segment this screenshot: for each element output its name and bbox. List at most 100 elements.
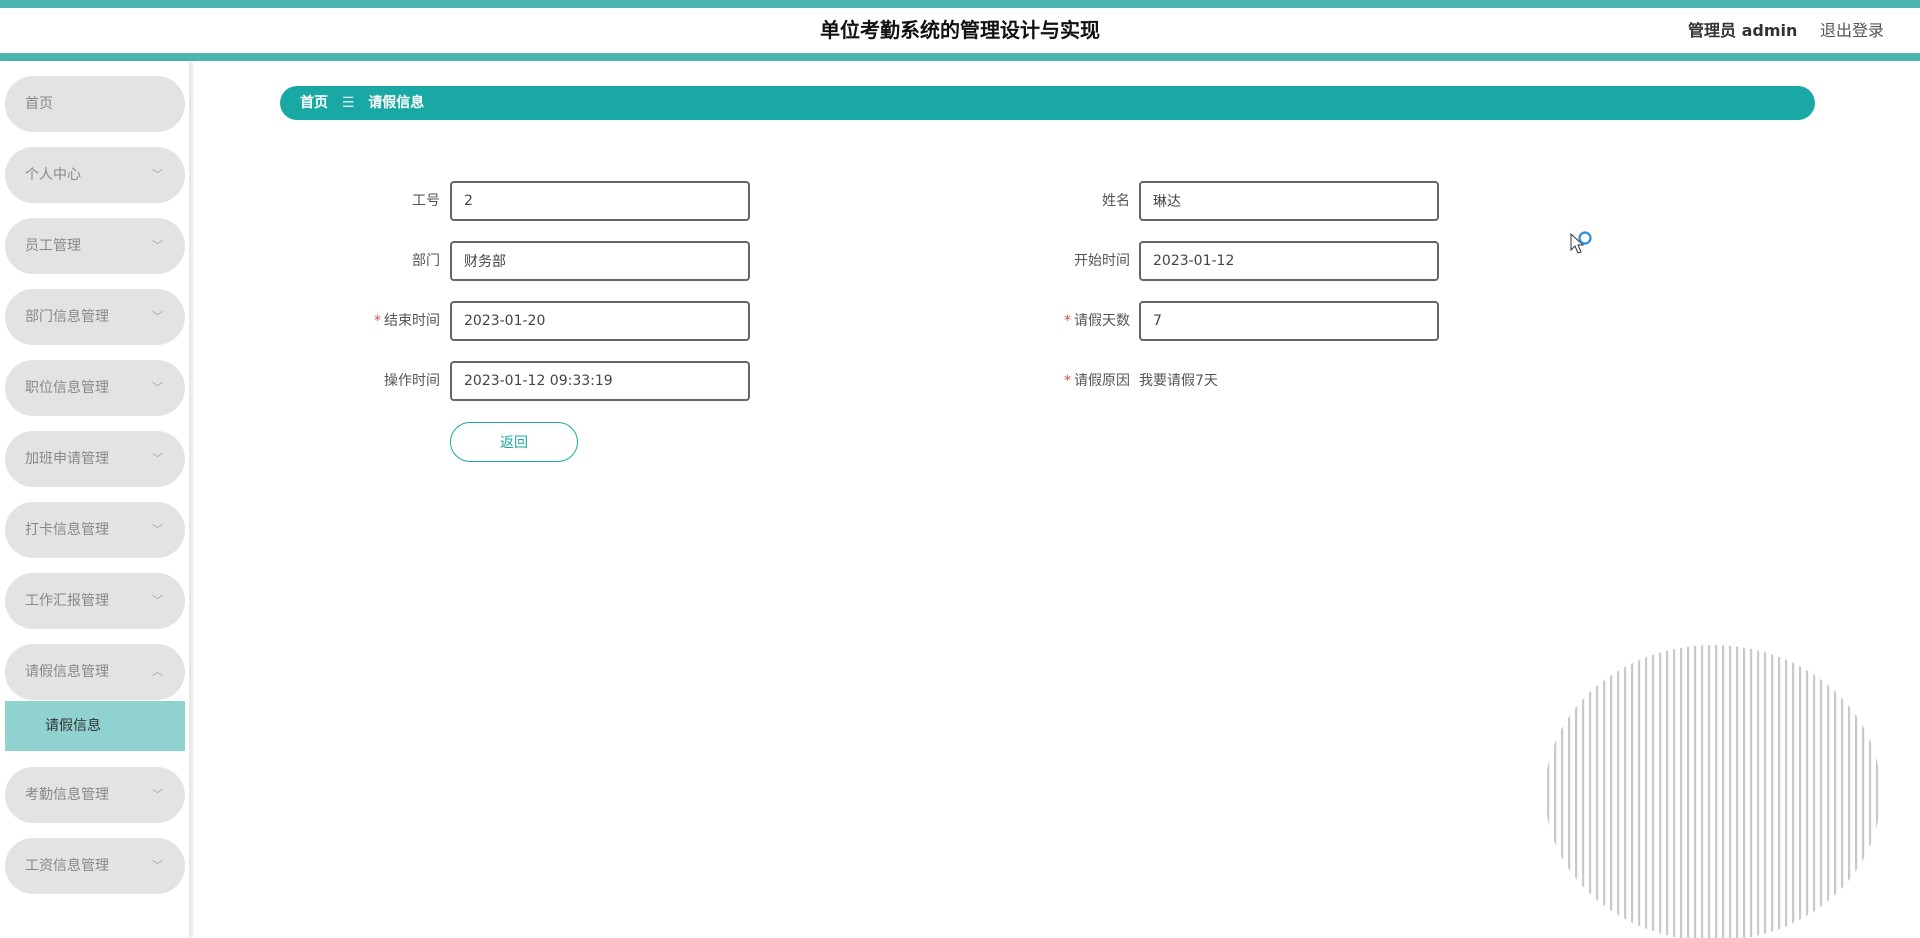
- employee-no-label: 工号: [340, 181, 440, 221]
- sidebar-item-label: 加班申请管理: [25, 451, 109, 467]
- decorative-stripe: [1673, 645, 1676, 938]
- decorative-stripe: [1820, 645, 1823, 938]
- sidebar-item-salary-management[interactable]: 工资信息管理 ﹀: [5, 838, 185, 894]
- decorative-stripe: [1715, 645, 1718, 938]
- employee-no-field[interactable]: [450, 181, 750, 221]
- breadcrumb-current: 请假信息: [368, 95, 425, 111]
- decorative-stripe: [1827, 645, 1830, 938]
- end-time-label: * 结束时间: [340, 301, 440, 341]
- decorative-striped-circle: [1547, 645, 1879, 938]
- sidebar-item-work-report-management[interactable]: 工作汇报管理 ﹀: [5, 573, 185, 629]
- sidebar-item-label: 首页: [25, 96, 53, 112]
- back-button[interactable]: 返回: [450, 422, 578, 462]
- name-field[interactable]: [1139, 181, 1439, 221]
- top-header: 单位考勤系统的管理设计与实现 管理员 admin 退出登录: [0, 0, 1920, 61]
- operate-time-label-text: 操作时间: [384, 373, 440, 389]
- decorative-stripe: [1694, 645, 1697, 938]
- current-user-label: 管理员 admin: [1688, 21, 1798, 40]
- sidebar-item-position-management[interactable]: 职位信息管理 ﹀: [5, 360, 185, 416]
- leave-days-label-text: 请假天数: [1074, 313, 1130, 329]
- leave-reason-value: 我要请假7天: [1139, 373, 1218, 389]
- submenu-item-leave-info[interactable]: 请假信息: [5, 701, 185, 751]
- sidebar-item-label: 职位信息管理: [25, 380, 109, 396]
- chevron-down-icon: ﹀: [152, 859, 163, 872]
- decorative-stripe: [1603, 645, 1606, 938]
- decorative-stripe: [1652, 645, 1655, 938]
- sidebar-item-label: 考勤信息管理: [25, 787, 109, 803]
- department-label: 部门: [340, 241, 440, 281]
- decorative-stripe: [1785, 645, 1788, 938]
- leave-reason-label: * 请假原因: [1030, 361, 1130, 401]
- menu-icon: ☰: [341, 95, 355, 111]
- department-label-text: 部门: [412, 253, 440, 269]
- decorative-stripe: [1771, 645, 1774, 938]
- chevron-down-icon: ﹀: [152, 381, 163, 394]
- decorative-stripe: [1680, 645, 1683, 938]
- decorative-stripe: [1855, 645, 1858, 938]
- sidebar-item-attendance-management[interactable]: 考勤信息管理 ﹀: [5, 767, 185, 823]
- decorative-stripe: [1666, 645, 1669, 938]
- sidebar-item-personal-center[interactable]: 个人中心 ﹀: [5, 147, 185, 203]
- start-time-label-text: 开始时间: [1074, 253, 1130, 269]
- decorative-stripe: [1722, 645, 1725, 938]
- decorative-stripe: [1862, 645, 1865, 938]
- decorative-stripe: [1813, 645, 1816, 938]
- operate-time-field[interactable]: [450, 361, 750, 401]
- sidebar-item-label: 部门信息管理: [25, 309, 109, 325]
- sidebar-item-department-management[interactable]: 部门信息管理 ﹀: [5, 289, 185, 345]
- sidebar-item-home[interactable]: 首页: [5, 76, 185, 132]
- breadcrumb: 首页 ☰ 请假信息: [280, 86, 1815, 120]
- decorative-stripe: [1554, 645, 1557, 938]
- chevron-down-icon: ﹀: [152, 452, 163, 465]
- leave-days-label: * 请假天数: [1030, 301, 1130, 341]
- decorative-stripe: [1687, 645, 1690, 938]
- decorative-stripe: [1589, 645, 1592, 938]
- decorative-stripe: [1743, 645, 1746, 938]
- submenu-item-label: 请假信息: [45, 718, 101, 734]
- sidebar-item-overtime-management[interactable]: 加班申请管理 ﹀: [5, 431, 185, 487]
- logout-link[interactable]: 退出登录: [1820, 8, 1884, 53]
- decorative-stripe: [1806, 645, 1809, 938]
- decorative-stripe: [1834, 645, 1837, 938]
- required-mark: *: [374, 313, 381, 329]
- decorative-stripe: [1792, 645, 1795, 938]
- chevron-down-icon: ﹀: [152, 239, 163, 252]
- sidebar: 首页 个人中心 ﹀ 员工管理 ﹀ 部门信息管理 ﹀ 职位信息管理 ﹀ 加班申请管…: [0, 61, 190, 938]
- chevron-up-icon: ︿: [152, 665, 163, 678]
- decorative-stripe: [1575, 645, 1578, 938]
- decorative-stripe: [1561, 645, 1564, 938]
- sidebar-item-clockin-management[interactable]: 打卡信息管理 ﹀: [5, 502, 185, 558]
- decorative-stripe: [1841, 645, 1844, 938]
- decorative-stripe: [1631, 645, 1634, 938]
- department-field[interactable]: [450, 241, 750, 281]
- app-title: 单位考勤系统的管理设计与实现: [820, 18, 1100, 42]
- decorative-stripe: [1750, 645, 1753, 938]
- decorative-stripe: [1708, 645, 1711, 938]
- decorative-stripe: [1701, 645, 1704, 938]
- sidebar-item-employee-management[interactable]: 员工管理 ﹀: [5, 218, 185, 274]
- end-time-label-text: 结束时间: [384, 313, 440, 329]
- chevron-down-icon: ﹀: [152, 168, 163, 181]
- decorative-stripe: [1869, 645, 1872, 938]
- name-label: 姓名: [1030, 181, 1130, 221]
- leave-days-field[interactable]: [1139, 301, 1439, 341]
- decorative-stripe: [1645, 645, 1648, 938]
- required-mark: *: [1064, 313, 1071, 329]
- decorative-stripe: [1764, 645, 1767, 938]
- decorative-stripe: [1757, 645, 1760, 938]
- decorative-stripe: [1617, 645, 1620, 938]
- operate-time-label: 操作时间: [340, 361, 440, 401]
- breadcrumb-home[interactable]: 首页: [300, 95, 328, 111]
- decorative-stripe: [1624, 645, 1627, 938]
- header-stripe-top: [0, 0, 1920, 8]
- decorative-stripe: [1659, 645, 1662, 938]
- decorative-stripe: [1729, 645, 1732, 938]
- sidebar-item-leave-management[interactable]: 请假信息管理 ︿: [5, 644, 185, 700]
- decorative-stripe: [1848, 645, 1851, 938]
- employee-no-label-text: 工号: [412, 193, 440, 209]
- header-stripe-bottom: [0, 53, 1920, 61]
- end-time-field[interactable]: [450, 301, 750, 341]
- start-time-field[interactable]: [1139, 241, 1439, 281]
- decorative-stripe: [1547, 645, 1550, 938]
- decorative-stripe: [1799, 645, 1802, 938]
